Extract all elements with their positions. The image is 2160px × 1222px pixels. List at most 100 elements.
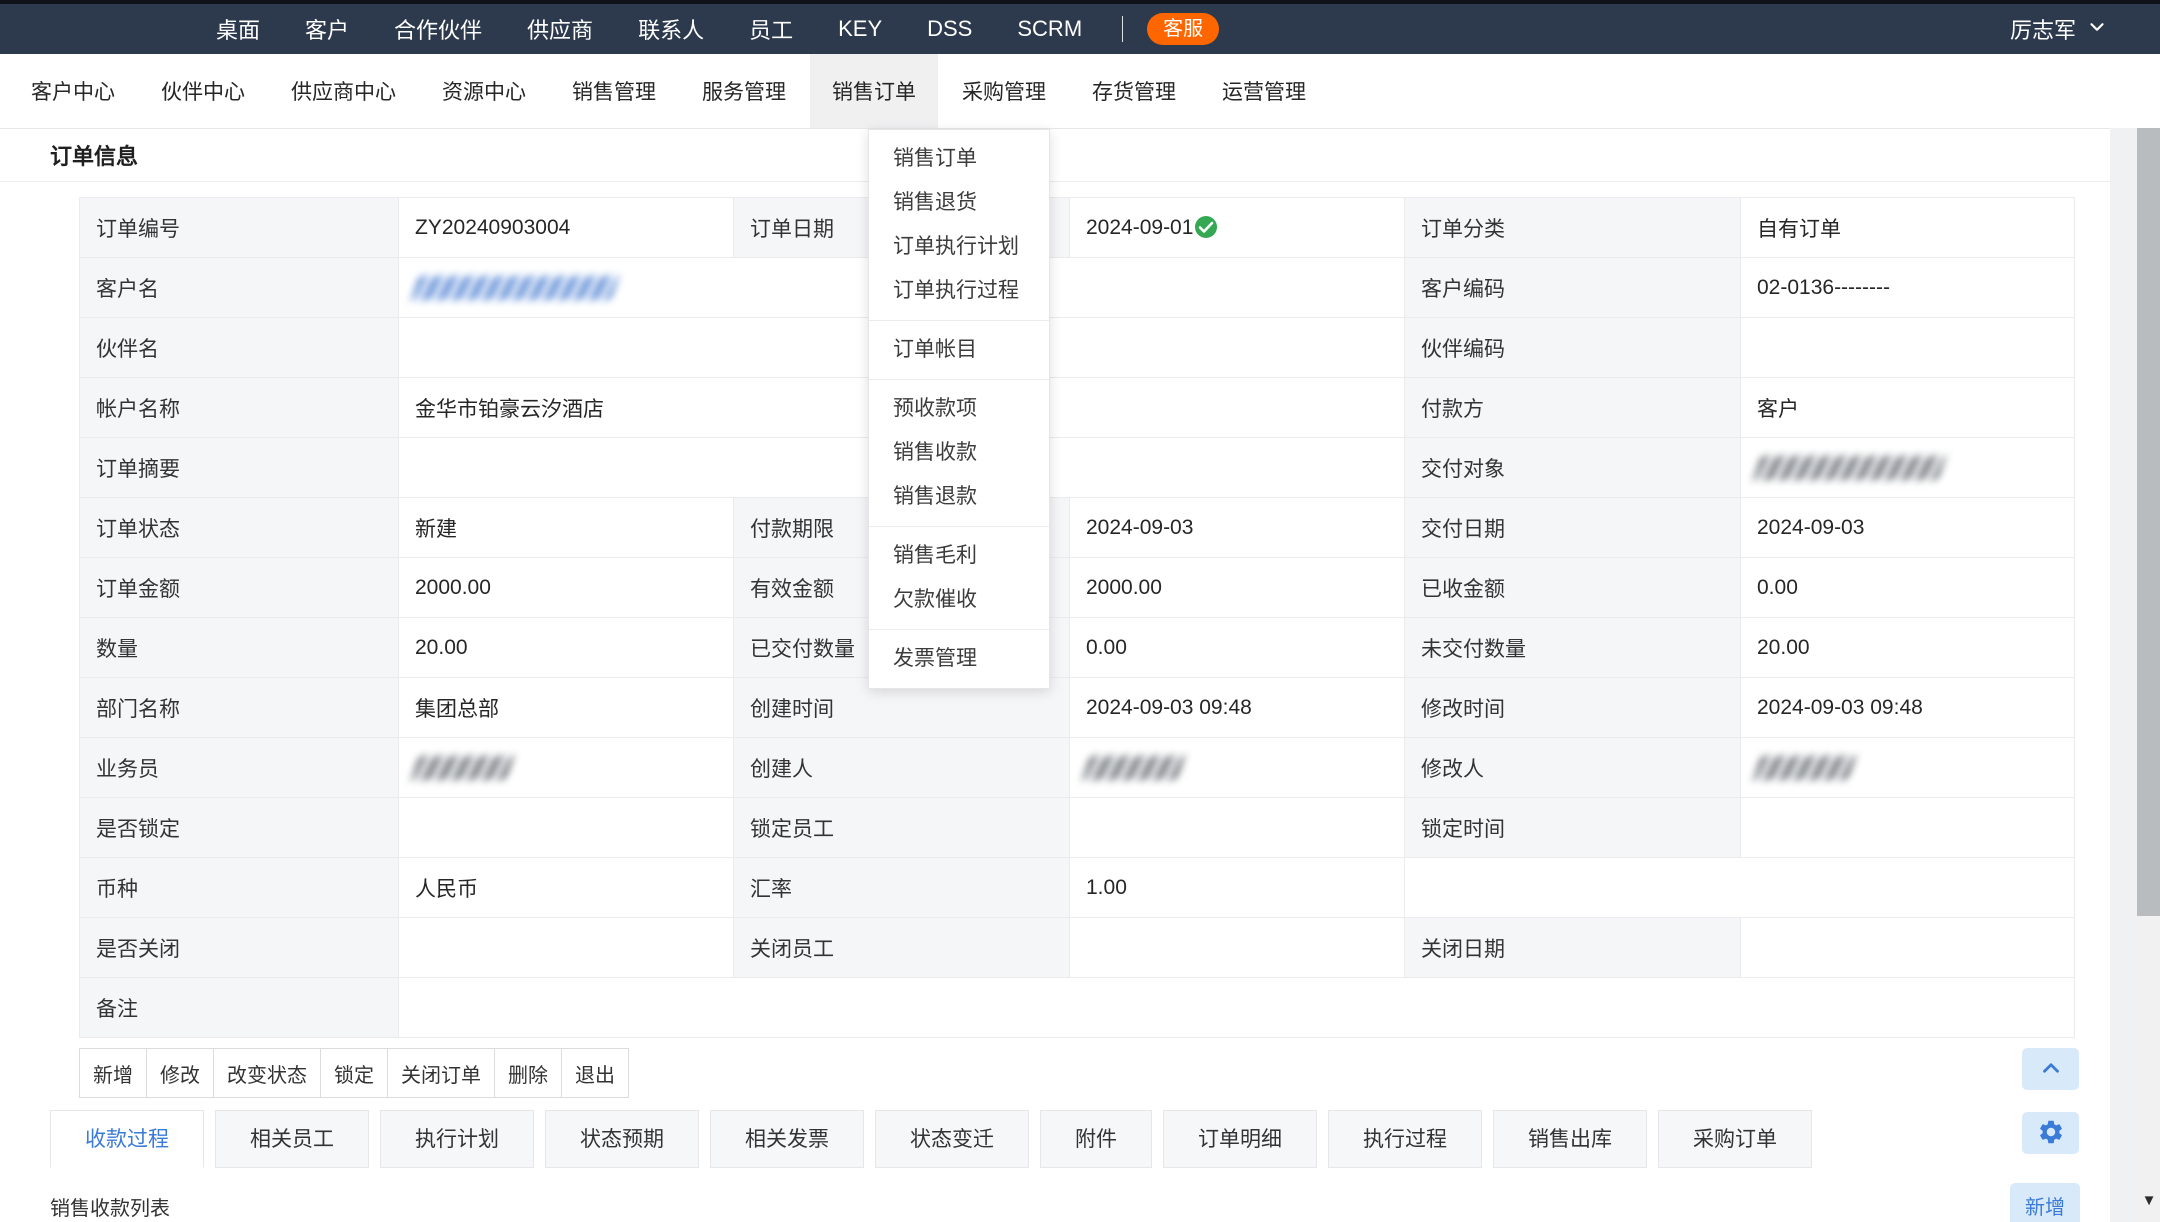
menu-item[interactable]: 销售收款 [869,431,1049,475]
topbar-item[interactable]: 客户 [305,13,349,45]
table-row: 伙伴名 伙伴编码 [80,318,2075,378]
table-row: 数量20.00已交付数量0.00未交付数量20.00 [80,618,2075,678]
navbar-item[interactable]: 采购管理 [940,54,1068,128]
scrollbar-thumb[interactable] [2137,128,2160,916]
field-label: 伙伴名 [80,318,399,378]
menu-item[interactable]: 订单执行计划 [869,225,1049,269]
field-value [1070,798,1405,858]
detail-tab[interactable]: 执行计划 [380,1110,534,1168]
topbar: 桌面 客户 合作伙伴 供应商 联系人 员工 KEY DSS SCRM 客服 厉志军 [0,4,2160,54]
field-value [1070,738,1405,798]
topbar-item[interactable]: 员工 [749,13,793,45]
navbar-item[interactable]: 销售订单 [810,54,938,128]
field-label: 部门名称 [80,678,399,738]
menu-item[interactable]: 欠款催收 [869,578,1049,622]
field-value: 20.00 [1741,618,2075,678]
action-button[interactable]: 锁定 [320,1048,388,1098]
sales-order-dropdown-menu: 销售订单销售退货订单执行计划订单执行过程订单帐目预收款项销售收款销售退款销售毛利… [868,129,1050,689]
navbar-item[interactable]: 运营管理 [1200,54,1328,128]
menu-item[interactable]: 销售毛利 [869,534,1049,578]
field-label: 锁定时间 [1405,798,1741,858]
menu-item[interactable]: 订单执行过程 [869,269,1049,313]
username: 厉志军 [2010,13,2076,45]
field-value: 人民币 [399,858,734,918]
table-row: 客户名客户编码02-0136-------- [80,258,2075,318]
user-menu[interactable]: 厉志军 [2010,13,2108,45]
field-value: 2000.00 [1070,558,1405,618]
menu-item[interactable]: 销售退款 [869,475,1049,519]
topbar-divider [1122,16,1123,42]
detail-tab[interactable]: 相关发票 [710,1110,864,1168]
field-label: 数量 [80,618,399,678]
navbar-item[interactable]: 服务管理 [680,54,808,128]
field-value: 2024-09-01 [1070,198,1405,258]
module-navbar: 客户中心伙伴中心供应商中心资源中心销售管理服务管理销售订单采购管理存货管理运营管… [0,54,2160,129]
detail-tab[interactable]: 附件 [1040,1110,1152,1168]
menu-item[interactable]: 销售退货 [869,181,1049,225]
detail-tab[interactable]: 采购订单 [1658,1110,1812,1168]
action-button[interactable]: 删除 [494,1048,562,1098]
redacted-text [1753,756,1856,780]
field-label: 锁定员工 [734,798,1070,858]
navbar-item[interactable]: 客户中心 [9,54,137,128]
table-row: 是否关闭关闭员工关闭日期 [80,918,2075,978]
detail-tab[interactable]: 销售出库 [1493,1110,1647,1168]
field-label: 是否关闭 [80,918,399,978]
field-value: 集团总部 [399,678,734,738]
field-value: ZY20240903004 [399,198,734,258]
table-row: 帐户名称金华市铂豪云汐酒店付款方客户 [80,378,2075,438]
redacted-text [1082,756,1185,780]
menu-item[interactable]: 销售订单 [869,137,1049,181]
detail-tab[interactable]: 收款过程 [50,1110,204,1168]
add-receipt-button[interactable]: 新增 [2010,1183,2080,1222]
topbar-item[interactable]: 合作伙伴 [394,13,482,45]
record-actions: 新增修改改变状态锁定关闭订单删除退出 [79,1048,628,1098]
field-label: 交付对象 [1405,438,1741,498]
service-badge[interactable]: 客服 [1147,13,1219,45]
field-value: 2024-09-03 [1741,498,2075,558]
menu-item[interactable]: 发票管理 [869,637,1049,681]
action-button[interactable]: 新增 [79,1048,147,1098]
detail-tab[interactable]: 状态变迁 [875,1110,1029,1168]
topbar-item[interactable]: 桌面 [216,13,260,45]
action-button[interactable]: 关闭订单 [387,1048,495,1098]
field-value: 0.00 [1741,558,2075,618]
detail-tab[interactable]: 订单明细 [1163,1110,1317,1168]
page-title: 订单信息 [50,139,138,171]
scrollbar-down-arrow[interactable]: ▼ [2139,1192,2159,1209]
navbar-item[interactable]: 资源中心 [420,54,548,128]
order-detail-section: 订单编号ZY20240903004订单日期2024-09-01订单分类自有订单客… [79,197,2074,1038]
field-label: 伙伴编码 [1405,318,1741,378]
chevron-up-icon [2038,1055,2064,1084]
field-label: 交付日期 [1405,498,1741,558]
topbar-item[interactable]: DSS [927,16,972,42]
navbar-item[interactable]: 销售管理 [550,54,678,128]
navbar-item[interactable]: 存货管理 [1070,54,1198,128]
menu-item[interactable]: 预收款项 [869,387,1049,431]
field-label: 创建人 [734,738,1070,798]
detail-tab[interactable]: 执行过程 [1328,1110,1482,1168]
topbar-item[interactable]: SCRM [1017,16,1082,42]
topbar-item[interactable]: 联系人 [638,13,704,45]
topbar-item[interactable]: KEY [838,16,882,42]
collapse-button[interactable] [2022,1048,2079,1090]
field-value: 自有订单 [1741,198,2075,258]
detail-tab[interactable]: 状态预期 [545,1110,699,1168]
field-label: 付款方 [1405,378,1741,438]
action-button[interactable]: 修改 [146,1048,214,1098]
menu-group: 订单帐目 [869,320,1049,379]
navbar-item[interactable]: 伙伴中心 [139,54,267,128]
table-row: 业务员创建人修改人 [80,738,2075,798]
menu-group: 发票管理 [869,629,1049,688]
menu-item[interactable]: 订单帐目 [869,328,1049,372]
detail-tab[interactable]: 相关员工 [215,1110,369,1168]
field-value: 客户 [1741,378,2075,438]
navbar-item[interactable]: 供应商中心 [269,54,418,128]
field-label: 客户名 [80,258,399,318]
topbar-item[interactable]: 供应商 [527,13,593,45]
redacted-text [411,276,619,300]
action-button[interactable]: 改变状态 [213,1048,321,1098]
settings-button[interactable] [2022,1112,2079,1154]
field-label: 订单金额 [80,558,399,618]
action-button[interactable]: 退出 [561,1048,629,1098]
